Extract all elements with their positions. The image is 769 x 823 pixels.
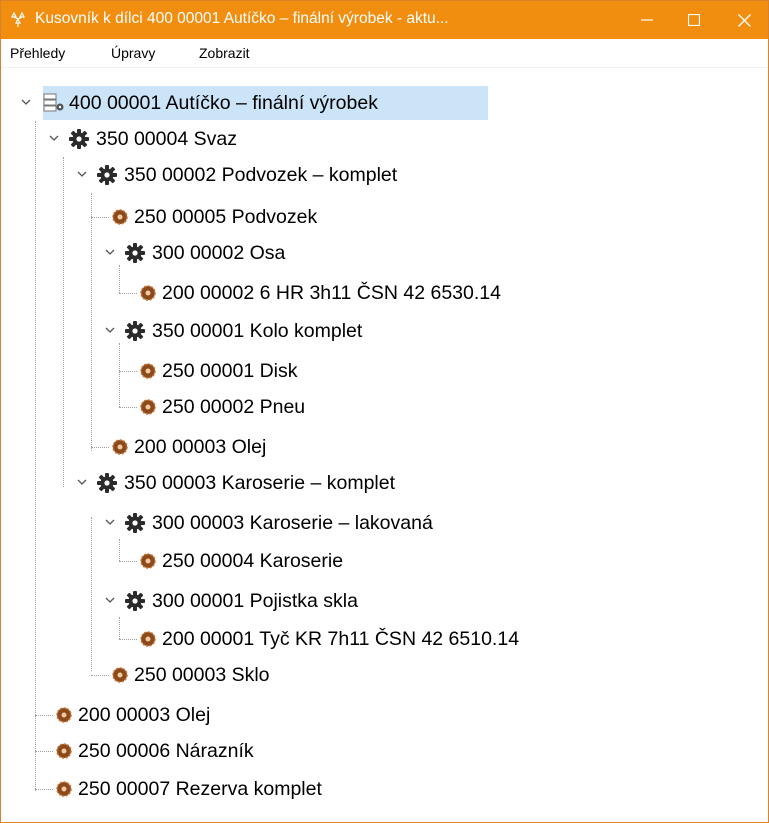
tree-node-label: 350 00003 Karoserie – komplet bbox=[124, 472, 396, 494]
tree-node-label: 250 00003 Sklo bbox=[134, 664, 270, 686]
tree-node-label: 300 00001 Pojistka skla bbox=[152, 590, 358, 612]
maximize-button[interactable] bbox=[670, 1, 718, 39]
tree-node-label: 250 00006 Nárazník bbox=[78, 740, 254, 762]
assembly-gear-icon bbox=[125, 321, 145, 341]
tree-node-label: 300 00003 Karoserie – lakovaná bbox=[152, 512, 433, 534]
part-icon bbox=[56, 781, 72, 797]
tree-node-label: 200 00001 Tyč KR 7h11 ČSN 42 6510.14 bbox=[162, 628, 520, 650]
assembly-gear-icon bbox=[125, 243, 145, 263]
part-icon bbox=[140, 285, 156, 301]
menu-upravy[interactable]: Úpravy bbox=[111, 45, 155, 61]
tree-node[interactable]: 200 00003 Olej bbox=[1, 429, 768, 465]
chevron-down-icon[interactable] bbox=[103, 323, 117, 337]
tree-node-label: 350 00002 Podvozek – komplet bbox=[124, 164, 398, 186]
chevron-down-icon[interactable] bbox=[103, 245, 117, 259]
part-icon bbox=[56, 707, 72, 723]
minimize-icon bbox=[641, 19, 653, 21]
tree-node-label: 400 00001 Autíčko – finální výrobek bbox=[69, 92, 378, 114]
tree-node[interactable]: 250 00002 Pneu bbox=[1, 389, 768, 425]
tree-node[interactable]: 200 00001 Tyč KR 7h11 ČSN 42 6510.14 bbox=[1, 621, 768, 657]
tree-node[interactable]: 250 00001 Disk bbox=[1, 353, 768, 389]
part-icon bbox=[112, 439, 128, 455]
chevron-down-icon[interactable] bbox=[103, 515, 117, 529]
minimize-button[interactable] bbox=[623, 1, 671, 39]
product-icon bbox=[43, 93, 64, 112]
menu-zobrazit[interactable]: Zobrazit bbox=[199, 45, 250, 61]
maximize-icon bbox=[688, 14, 700, 26]
tree-node[interactable]: 300 00002 Osa bbox=[1, 235, 768, 271]
tree-node-label: 250 00005 Podvozek bbox=[134, 206, 318, 228]
tree-node-label: 250 00002 Pneu bbox=[162, 396, 306, 418]
tree-node-label: 250 00004 Karoserie bbox=[162, 550, 344, 572]
chevron-down-icon[interactable] bbox=[75, 167, 89, 181]
chevron-down-icon[interactable] bbox=[19, 95, 33, 109]
part-icon bbox=[140, 631, 156, 647]
assembly-gear-icon bbox=[125, 591, 145, 611]
chevron-down-icon[interactable] bbox=[103, 593, 117, 607]
tree-node[interactable]: 250 00006 Nárazník bbox=[1, 733, 768, 769]
close-icon bbox=[737, 13, 751, 27]
tree-node[interactable]: 250 00005 Podvozek bbox=[1, 199, 768, 235]
part-icon bbox=[140, 363, 156, 379]
bom-window: Kusovník k dílci 400 00001 Autíčko – fin… bbox=[0, 0, 769, 823]
part-icon bbox=[56, 743, 72, 759]
window-title: Kusovník k dílci 400 00001 Autíčko – fin… bbox=[35, 10, 449, 27]
tree-node[interactable]: 200 00002 6 HR 3h11 ČSN 42 6530.14 bbox=[1, 275, 768, 311]
tree-node-label: 250 00007 Rezerva komplet bbox=[78, 778, 322, 800]
tree-node[interactable]: 250 00003 Sklo bbox=[1, 657, 768, 693]
tree-node-label: 200 00003 Olej bbox=[134, 436, 267, 458]
tree-node-label: 350 00004 Svaz bbox=[96, 128, 237, 150]
tree-node[interactable]: 350 00001 Kolo komplet bbox=[1, 313, 768, 349]
menu-prehledy[interactable]: Přehledy bbox=[10, 45, 65, 61]
title-bar[interactable]: Kusovník k dílci 400 00001 Autíčko – fin… bbox=[1, 1, 768, 39]
bom-tree-view[interactable]: 400 00001 Autíčko – finální výrobek 350 … bbox=[1, 69, 768, 822]
assembly-gear-icon bbox=[125, 513, 145, 533]
assembly-gear-icon bbox=[97, 473, 117, 493]
close-button[interactable] bbox=[720, 1, 768, 39]
app-bom-icon bbox=[9, 11, 27, 29]
tree-node[interactable]: 350 00003 Karoserie – komplet bbox=[1, 465, 768, 501]
part-icon bbox=[140, 553, 156, 569]
chevron-down-icon[interactable] bbox=[47, 131, 61, 145]
menu-bar: Přehledy Úpravy Zobrazit bbox=[1, 39, 768, 68]
tree-node-label: 250 00001 Disk bbox=[162, 360, 298, 382]
tree-node-label: 350 00001 Kolo komplet bbox=[152, 320, 363, 342]
part-icon bbox=[140, 399, 156, 415]
tree-node-label: 200 00002 6 HR 3h11 ČSN 42 6530.14 bbox=[162, 282, 501, 304]
part-icon bbox=[112, 209, 128, 225]
tree-node-label: 300 00002 Osa bbox=[152, 242, 286, 264]
tree-node-label: 200 00003 Olej bbox=[78, 704, 211, 726]
assembly-gear-icon bbox=[69, 129, 89, 149]
tree-node[interactable]: 300 00001 Pojistka skla bbox=[1, 583, 768, 619]
part-icon bbox=[112, 667, 128, 683]
tree-node[interactable]: 250 00004 Karoserie bbox=[1, 543, 768, 579]
tree-node[interactable]: 200 00003 Olej bbox=[1, 697, 768, 733]
chevron-down-icon[interactable] bbox=[75, 475, 89, 489]
tree-node-root[interactable]: 400 00001 Autíčko – finální výrobek bbox=[1, 85, 768, 121]
tree-node[interactable]: 350 00002 Podvozek – komplet bbox=[1, 157, 768, 193]
tree-node[interactable]: 350 00004 Svaz bbox=[1, 121, 768, 157]
tree-node[interactable]: 250 00007 Rezerva komplet bbox=[1, 771, 768, 807]
tree-node[interactable]: 300 00003 Karoserie – lakovaná bbox=[1, 505, 768, 541]
assembly-gear-icon bbox=[97, 165, 117, 185]
